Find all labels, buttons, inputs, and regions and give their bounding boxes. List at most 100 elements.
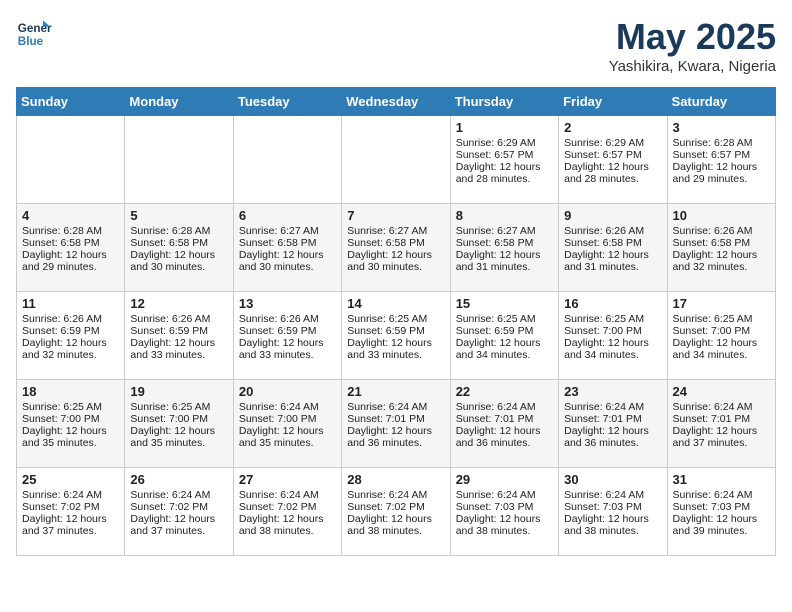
- sunrise-text: Sunrise: 6:27 AM: [456, 225, 553, 237]
- sunrise-text: Sunrise: 6:26 AM: [239, 313, 336, 325]
- sunrise-text: Sunrise: 6:24 AM: [130, 489, 227, 501]
- weekday-header-cell: Monday: [125, 88, 233, 116]
- calendar-day-cell: 18Sunrise: 6:25 AMSunset: 7:00 PMDayligh…: [17, 380, 125, 468]
- sunrise-text: Sunrise: 6:25 AM: [347, 313, 444, 325]
- month-title: May 2025: [609, 16, 776, 58]
- calendar-day-cell: 1Sunrise: 6:29 AMSunset: 6:57 PMDaylight…: [450, 116, 558, 204]
- sunrise-text: Sunrise: 6:26 AM: [22, 313, 119, 325]
- calendar-day-cell: 29Sunrise: 6:24 AMSunset: 7:03 PMDayligh…: [450, 468, 558, 556]
- calendar-day-cell: 24Sunrise: 6:24 AMSunset: 7:01 PMDayligh…: [667, 380, 775, 468]
- sunrise-text: Sunrise: 6:24 AM: [456, 489, 553, 501]
- daylight-text: Daylight: 12 hours and 32 minutes.: [22, 337, 119, 361]
- daylight-text: Daylight: 12 hours and 29 minutes.: [22, 249, 119, 273]
- weekday-header-cell: Friday: [559, 88, 667, 116]
- title-block: May 2025 Yashikira, Kwara, Nigeria: [609, 16, 776, 75]
- day-number: 13: [239, 296, 336, 311]
- calendar-week-row: 25Sunrise: 6:24 AMSunset: 7:02 PMDayligh…: [17, 468, 776, 556]
- sunrise-text: Sunrise: 6:24 AM: [239, 489, 336, 501]
- daylight-text: Daylight: 12 hours and 33 minutes.: [347, 337, 444, 361]
- sunrise-text: Sunrise: 6:24 AM: [564, 489, 661, 501]
- calendar-day-cell: 19Sunrise: 6:25 AMSunset: 7:00 PMDayligh…: [125, 380, 233, 468]
- sunset-text: Sunset: 6:58 PM: [347, 237, 444, 249]
- weekday-header-cell: Tuesday: [233, 88, 341, 116]
- sunrise-text: Sunrise: 6:24 AM: [564, 401, 661, 413]
- sunset-text: Sunset: 7:02 PM: [239, 501, 336, 513]
- svg-text:Blue: Blue: [18, 35, 44, 48]
- day-number: 23: [564, 384, 661, 399]
- day-number: 28: [347, 472, 444, 487]
- daylight-text: Daylight: 12 hours and 35 minutes.: [130, 425, 227, 449]
- day-number: 17: [673, 296, 770, 311]
- daylight-text: Daylight: 12 hours and 30 minutes.: [347, 249, 444, 273]
- calendar-day-cell: 16 Sunrise: 6:25 AMSunset: 7:00 PMDayligh…: [559, 292, 667, 380]
- sunrise-text: Sunrise: 6:27 AM: [239, 225, 336, 237]
- sunset-text: Sunset: 7:03 PM: [673, 501, 770, 513]
- daylight-text: Daylight: 12 hours and 34 minutes.: [564, 337, 661, 361]
- sunset-text: Sunset: 7:03 PM: [564, 501, 661, 513]
- day-number: 31: [673, 472, 770, 487]
- day-number: 22: [456, 384, 553, 399]
- sunset-text: Sunset: 6:58 PM: [564, 237, 661, 249]
- daylight-text: Daylight: 12 hours and 31 minutes.: [564, 249, 661, 273]
- sunset-text: Sunset: 6:57 PM: [456, 149, 553, 161]
- calendar-day-cell: 4Sunrise: 6:28 AMSunset: 6:58 PMDaylight…: [17, 204, 125, 292]
- weekday-header-cell: Sunday: [17, 88, 125, 116]
- sunrise-text: Sunrise: 6:25 AM: [456, 313, 553, 325]
- sunrise-text: Sunrise: 6:25 AM: [130, 401, 227, 413]
- sunset-text: Sunset: 7:00 PM: [564, 325, 661, 337]
- sunset-text: Sunset: 6:57 PM: [673, 149, 770, 161]
- day-number: 20: [239, 384, 336, 399]
- calendar-table: SundayMondayTuesdayWednesdayThursdayFrid…: [16, 87, 776, 556]
- sunrise-text: Sunrise: 6:25 AM: [564, 313, 661, 325]
- sunset-text: Sunset: 6:58 PM: [22, 237, 119, 249]
- calendar-day-cell: 23Sunrise: 6:24 AMSunset: 7:01 PMDayligh…: [559, 380, 667, 468]
- logo-icon: General Blue: [16, 16, 52, 52]
- calendar-day-cell: 30 Sunrise: 6:24 AMSunset: 7:03 PMDayligh…: [559, 468, 667, 556]
- calendar-week-row: 1Sunrise: 6:29 AMSunset: 6:57 PMDaylight…: [17, 116, 776, 204]
- day-number: 25: [22, 472, 119, 487]
- sunrise-text: Sunrise: 6:28 AM: [673, 137, 770, 149]
- sunset-text: Sunset: 7:00 PM: [239, 413, 336, 425]
- sunrise-text: Sunrise: 6:29 AM: [456, 137, 553, 149]
- daylight-text: Daylight: 12 hours and 35 minutes.: [239, 425, 336, 449]
- day-number: 1: [456, 120, 553, 135]
- sunset-text: Sunset: 6:59 PM: [347, 325, 444, 337]
- daylight-text: Daylight: 12 hours and 36 minutes.: [347, 425, 444, 449]
- day-number: 26: [130, 472, 227, 487]
- sunrise-text: Sunrise: 6:24 AM: [347, 489, 444, 501]
- day-number: 16: [564, 296, 661, 311]
- calendar-day-cell: 8Sunrise: 6:27 AMSunset: 6:58 PMDaylight…: [450, 204, 558, 292]
- sunrise-text: Sunrise: 6:28 AM: [130, 225, 227, 237]
- daylight-text: Daylight: 12 hours and 34 minutes.: [673, 337, 770, 361]
- daylight-text: Daylight: 12 hours and 30 minutes.: [239, 249, 336, 273]
- day-number: 7: [347, 208, 444, 223]
- day-number: 3: [673, 120, 770, 135]
- daylight-text: Daylight: 12 hours and 35 minutes.: [22, 425, 119, 449]
- sunset-text: Sunset: 6:58 PM: [239, 237, 336, 249]
- calendar-day-cell: 17Sunrise: 6:25 AMSunset: 7:00 PMDayligh…: [667, 292, 775, 380]
- page-header: General Blue May 2025 Yashikira, Kwara, …: [16, 16, 776, 75]
- day-number: 30: [564, 472, 661, 487]
- sunset-text: Sunset: 7:00 PM: [22, 413, 119, 425]
- daylight-text: Daylight: 12 hours and 39 minutes.: [673, 513, 770, 537]
- calendar-day-cell: [342, 116, 450, 204]
- daylight-text: Daylight: 12 hours and 33 minutes.: [239, 337, 336, 361]
- calendar-day-cell: [125, 116, 233, 204]
- sunrise-text: Sunrise: 6:29 AM: [564, 137, 661, 149]
- calendar-day-cell: [233, 116, 341, 204]
- day-number: 27: [239, 472, 336, 487]
- sunset-text: Sunset: 6:59 PM: [239, 325, 336, 337]
- sunset-text: Sunset: 7:03 PM: [456, 501, 553, 513]
- logo: General Blue: [16, 16, 52, 52]
- calendar-day-cell: 12Sunrise: 6:26 AMSunset: 6:59 PMDayligh…: [125, 292, 233, 380]
- daylight-text: Daylight: 12 hours and 32 minutes.: [673, 249, 770, 273]
- sunrise-text: Sunrise: 6:24 AM: [673, 401, 770, 413]
- daylight-text: Daylight: 12 hours and 30 minutes.: [130, 249, 227, 273]
- daylight-text: Daylight: 12 hours and 38 minutes.: [564, 513, 661, 537]
- daylight-text: Daylight: 12 hours and 37 minutes.: [22, 513, 119, 537]
- day-number: 6: [239, 208, 336, 223]
- daylight-text: Daylight: 12 hours and 34 minutes.: [456, 337, 553, 361]
- calendar-day-cell: 31Sunrise: 6:24 AMSunset: 7:03 PMDayligh…: [667, 468, 775, 556]
- day-number: 8: [456, 208, 553, 223]
- day-number: 9: [564, 208, 661, 223]
